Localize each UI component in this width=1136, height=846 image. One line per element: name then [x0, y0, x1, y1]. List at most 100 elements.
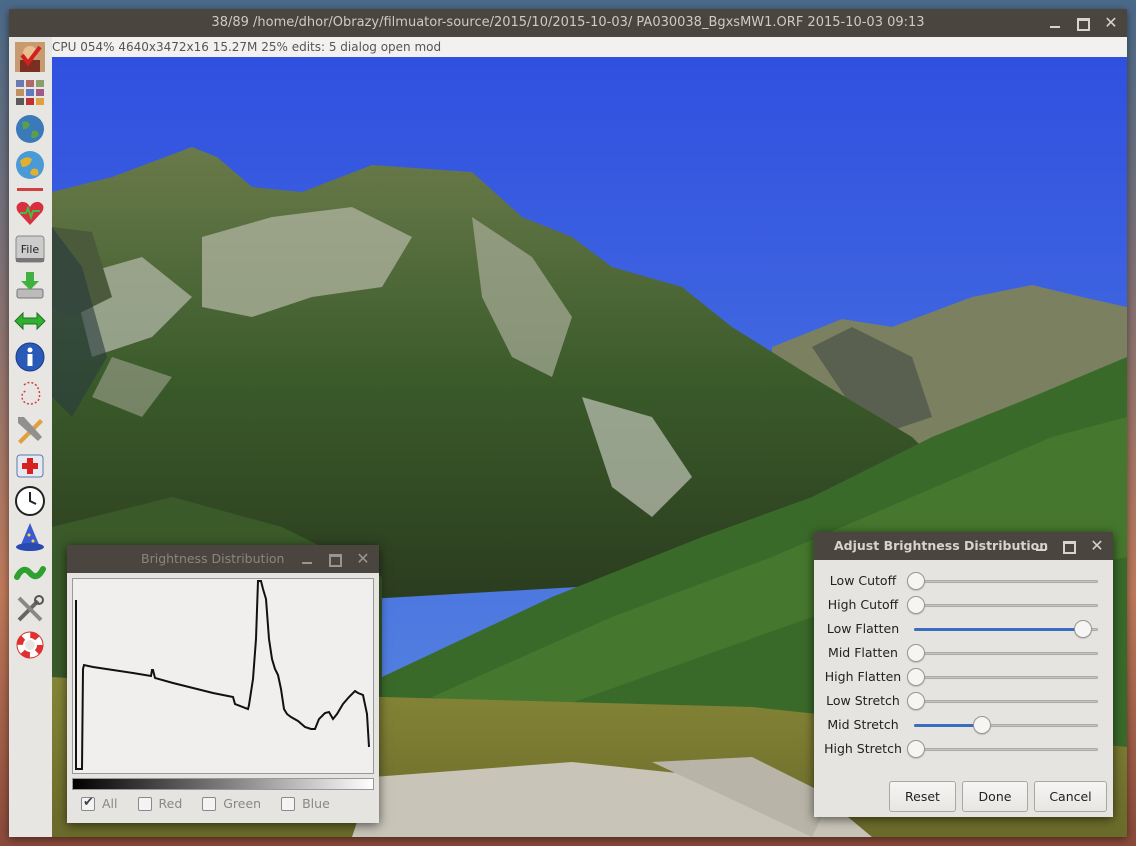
histogram-dialog: Brightness Distribution ✕ All Red Green …	[67, 545, 379, 823]
histogram-minimize-button[interactable]	[297, 549, 317, 569]
slider-thumb-low-cutoff[interactable]	[907, 572, 925, 590]
resize-arrows-icon	[14, 311, 46, 331]
save-download-icon	[16, 272, 44, 299]
slider-low-flatten[interactable]	[914, 620, 1098, 638]
favorite-heart-icon	[16, 201, 44, 225]
tool-first-aid[interactable]	[14, 449, 46, 481]
edit-tools-icon	[18, 417, 43, 444]
dialog-buttons: Reset Done Cancel	[889, 781, 1107, 812]
slider-high-flatten[interactable]	[907, 668, 1098, 686]
tool-clock[interactable]	[14, 485, 46, 517]
tool-photo-edit[interactable]	[14, 41, 46, 73]
check-red-box[interactable]	[137, 796, 152, 811]
tool-lasso[interactable]	[14, 377, 46, 409]
check-all-box[interactable]	[81, 795, 95, 811]
check-red[interactable]: Red	[137, 796, 183, 811]
slider-thumb-low-flatten[interactable]	[1074, 620, 1092, 638]
slider-label-low-stretch: Low Stretch	[826, 693, 900, 708]
tool-save[interactable]	[14, 269, 46, 301]
check-red-label: Red	[158, 796, 183, 811]
check-blue[interactable]: Blue	[281, 796, 330, 811]
histogram-plot	[72, 578, 374, 774]
tool-info[interactable]	[14, 341, 46, 373]
toolbar-sidebar: File	[9, 37, 52, 837]
cancel-button[interactable]: Cancel	[1034, 781, 1107, 812]
adjust-maximize-button[interactable]	[1059, 536, 1079, 556]
slider-mid-flatten[interactable]	[907, 644, 1098, 662]
adjust-dialog-titlebar[interactable]: Adjust Brightness Distribution ✕	[814, 532, 1113, 560]
slider-thumb-high-flatten[interactable]	[907, 668, 925, 686]
slider-label-high-flatten: High Flatten	[824, 669, 902, 684]
done-button[interactable]: Done	[962, 781, 1028, 812]
tool-snake[interactable]	[14, 557, 46, 589]
histogram-maximize-button[interactable]	[325, 549, 345, 569]
histogram-close-button[interactable]: ✕	[353, 549, 373, 569]
check-blue-label: Blue	[302, 796, 330, 811]
close-button[interactable]: ✕	[1101, 13, 1121, 33]
adjust-brightness-dialog: Adjust Brightness Distribution ✕ Low Cut…	[814, 532, 1113, 817]
tool-help[interactable]	[14, 629, 46, 661]
slider-fill-low-flatten	[914, 628, 1081, 631]
check-blue-box[interactable]	[281, 796, 296, 811]
channel-checkboxes: All Red Green Blue	[81, 795, 330, 811]
info-icon	[15, 342, 45, 372]
slider-row-low-cutoff: Low Cutoff	[814, 569, 1113, 593]
globe-icon	[16, 115, 44, 143]
slider-row-high-stretch: High Stretch	[814, 737, 1113, 761]
photo-edit-icon	[15, 42, 45, 72]
slider-row-high-cutoff: High Cutoff	[814, 593, 1113, 617]
adjust-minimize-button[interactable]	[1031, 536, 1051, 556]
brightness-gradient-bar	[72, 778, 374, 790]
window-controls: ✕	[1045, 9, 1121, 37]
slider-row-high-flatten: High Flatten	[814, 665, 1113, 689]
tool-file-menu[interactable]: File	[14, 233, 46, 265]
tool-resize[interactable]	[14, 305, 46, 337]
file-menu-icon: File	[15, 235, 45, 263]
settings-tools-icon	[17, 595, 44, 622]
status-line: CPU 054% 4640x3472x16 15.27M 25% edits: …	[52, 37, 1127, 57]
window-titlebar[interactable]: 38/89 /home/dhor/Obrazy/filmuator-source…	[9, 9, 1127, 37]
slider-thumb-high-stretch[interactable]	[907, 740, 925, 758]
slider-label-low-cutoff: Low Cutoff	[829, 573, 897, 588]
slider-label-high-stretch: High Stretch	[824, 741, 902, 756]
slider-low-stretch[interactable]	[907, 692, 1098, 710]
svg-text:File: File	[21, 243, 40, 256]
slider-mid-stretch[interactable]	[914, 716, 1098, 734]
check-green-label: Green	[223, 796, 262, 811]
minimize-button[interactable]	[1045, 13, 1065, 33]
slider-label-mid-flatten: Mid Flatten	[828, 645, 898, 660]
slider-label-high-cutoff: High Cutoff	[827, 597, 899, 612]
adjust-close-button[interactable]: ✕	[1087, 536, 1107, 556]
tool-edit[interactable]	[14, 413, 46, 445]
adjust-dialog-title: Adjust Brightness Distribution	[834, 538, 1049, 553]
globe-color-icon	[16, 151, 44, 179]
check-all[interactable]: All	[81, 795, 118, 811]
thumbnail-gallery-icon	[16, 80, 44, 105]
histogram-curve	[75, 580, 370, 770]
tool-globe[interactable]	[14, 113, 46, 145]
tool-wizard[interactable]	[14, 521, 46, 553]
slider-thumb-mid-flatten[interactable]	[907, 644, 925, 662]
slider-thumb-high-cutoff[interactable]	[907, 596, 925, 614]
tool-thumbnails[interactable]	[14, 77, 46, 109]
maximize-button[interactable]	[1073, 13, 1093, 33]
tool-globe-color[interactable]	[14, 149, 46, 181]
histogram-dialog-titlebar[interactable]: Brightness Distribution ✕	[67, 545, 379, 573]
slider-thumb-low-stretch[interactable]	[907, 692, 925, 710]
slider-thumb-mid-stretch[interactable]	[973, 716, 991, 734]
tool-favorite[interactable]	[14, 197, 46, 229]
check-green[interactable]: Green	[202, 796, 261, 811]
slider-high-stretch[interactable]	[907, 740, 1098, 758]
reset-button[interactable]: Reset	[889, 781, 956, 812]
check-all-label: All	[102, 796, 118, 811]
first-aid-icon	[16, 454, 44, 478]
wizard-hat-icon	[16, 523, 44, 551]
slider-row-low-stretch: Low Stretch	[814, 689, 1113, 713]
sidebar-divider	[17, 188, 43, 191]
slider-high-cutoff[interactable]	[907, 596, 1098, 614]
slider-low-cutoff[interactable]	[907, 572, 1098, 590]
check-green-box[interactable]	[202, 796, 217, 811]
adjust-dialog-controls: ✕	[1031, 536, 1107, 556]
tool-settings[interactable]	[14, 593, 46, 625]
slider-fill-mid-stretch	[914, 724, 980, 727]
